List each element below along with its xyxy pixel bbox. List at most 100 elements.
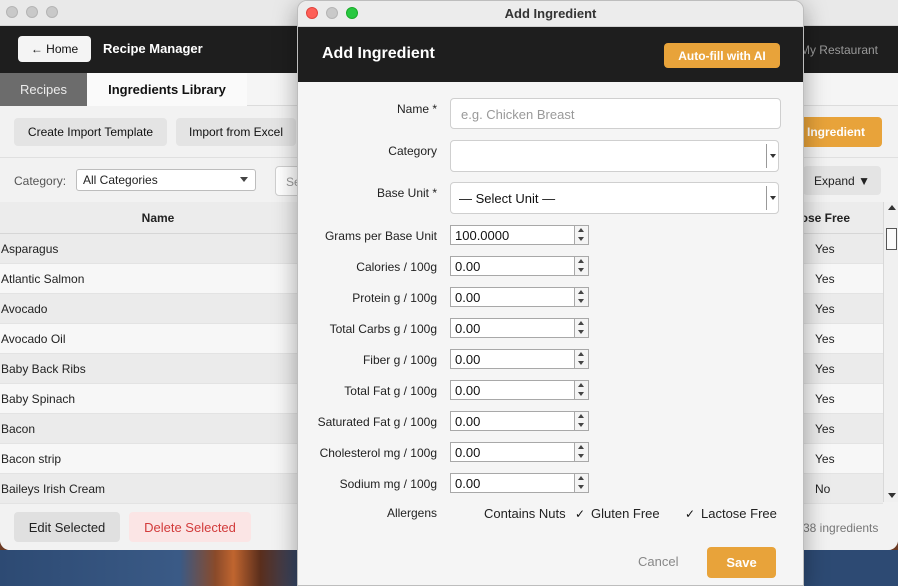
stepper-arrows-icon[interactable] [574,257,588,275]
ingredient-name: Asparagus [1,242,59,256]
restaurant-name: My Restaurant [799,43,878,57]
nutrition-spinbox[interactable]: 0.00 [450,287,589,307]
nutrition-value: 0.00 [455,445,481,460]
base-unit-value: — Select Unit — [459,191,556,206]
category-label: Category [388,144,437,158]
table-scrollbar[interactable] [883,202,898,502]
scroll-thumb[interactable] [886,228,897,250]
allergen-label: Lactose Free [701,506,777,521]
allergen-label: Gluten Free [591,506,660,521]
stepper-arrows-icon[interactable] [574,350,588,368]
checkmark-icon[interactable]: ✓ [685,507,695,521]
home-button[interactable]: ← Home [18,36,91,62]
scroll-down-icon[interactable] [888,493,896,498]
base-unit-label: Base Unit * [376,186,437,200]
nutrition-value: 0.00 [455,383,481,398]
ingredient-name: Avocado Oil [1,332,66,346]
stepper-arrows-icon[interactable] [574,443,588,461]
chevron-down-icon[interactable] [766,144,778,168]
lactose-free-value: Yes [815,332,835,346]
nutrition-value: 0.00 [455,352,481,367]
stepper-arrows-icon[interactable] [574,226,588,244]
allergen-label: Contains Nuts [484,506,566,521]
stepper-arrows-icon[interactable] [574,474,588,492]
nutrition-spinbox[interactable]: 100.0000 [450,225,589,245]
stepper-arrows-icon[interactable] [574,381,588,399]
ingredient-name: Bacon [1,422,36,436]
scroll-up-icon[interactable] [888,205,896,210]
lactose-free-value: Yes [815,422,835,436]
nutrition-field-label: Cholesterol mg / 100g [319,446,437,460]
create-import-template-button[interactable]: Create Import Template [14,118,167,146]
allergen-lactose-free[interactable]: ✓ Lactose Free [685,506,777,521]
stepper-arrows-icon[interactable] [574,412,588,430]
nutrition-field-label: Fiber g / 100g [362,353,437,367]
allergen-gluten-free[interactable]: ✓ Gluten Free [575,506,660,521]
chevron-down-icon [240,177,248,182]
category-filter-label: Category: [14,174,67,188]
nutrition-spinbox[interactable]: 0.00 [450,318,589,338]
allergens-label: Allergens [386,506,437,520]
nutrition-field-label: Saturated Fat g / 100g [317,415,437,429]
category-filter-select[interactable]: All Categories [76,169,256,191]
ingredient-name: Atlantic Salmon [1,272,85,286]
nutrition-spinbox[interactable]: 0.00 [450,256,589,276]
ingredient-count: 38 ingredients [803,521,879,535]
nutrition-spinbox[interactable]: 0.00 [450,473,589,493]
edit-selected-button[interactable]: Edit Selected [14,512,120,542]
stepper-arrows-icon[interactable] [574,288,588,306]
ingredient-name: Bacon strip [1,452,62,466]
ingredient-name: Baileys Irish Cream [1,482,106,496]
nutrition-field-label: Protein g / 100g [352,291,437,305]
tab-recipes[interactable]: Recipes [0,73,87,106]
base-unit-combo[interactable]: — Select Unit — [450,182,779,214]
allergen-contains-nuts[interactable]: Contains Nuts [468,506,566,521]
category-combo[interactable] [450,140,779,172]
close-window-icon[interactable] [6,6,18,18]
nutrition-value: 0.00 [455,321,481,336]
dialog-titlebar: Add Ingredient [298,1,803,27]
app-title: Recipe Manager [103,41,203,56]
lactose-free-value: No [815,482,831,496]
nutrition-spinbox[interactable]: 0.00 [450,349,589,369]
nutrition-spinbox[interactable]: 0.00 [450,411,589,431]
checkmark-icon[interactable]: ✓ [575,507,585,521]
name-label: Name * [396,102,437,116]
nutrition-field-label: Grams per Base Unit [324,229,437,243]
nutrition-value: 0.00 [455,476,481,491]
dialog-heading: Add Ingredient [322,45,435,62]
chevron-down-icon[interactable] [766,186,778,210]
add-ingredient-dialog: Add Ingredient Add Ingredient Auto-fill … [297,0,804,586]
nutrition-spinbox[interactable]: 0.00 [450,380,589,400]
nutrition-value: 0.00 [455,414,481,429]
nutrition-field-label: Sodium mg / 100g [339,477,437,491]
nutrition-spinbox[interactable]: 0.00 [450,442,589,462]
cancel-button[interactable]: Cancel [638,554,678,569]
stepper-arrows-icon[interactable] [574,319,588,337]
delete-selected-button[interactable]: Delete Selected [129,512,251,542]
nutrition-field-label: Calories / 100g [356,260,437,274]
nutrition-value: 0.00 [455,259,481,274]
save-button[interactable]: Save [707,547,776,578]
nutrition-field-label: Total Carbs g / 100g [329,322,437,336]
column-header-name[interactable]: Name [0,211,316,225]
lactose-free-value: Yes [815,272,835,286]
lactose-free-value: Yes [815,362,835,376]
nutrition-value: 100.0000 [455,228,510,243]
lactose-free-value: Yes [815,242,835,256]
name-field[interactable]: e.g. Chicken Breast [450,98,781,129]
import-from-excel-button[interactable]: Import from Excel [176,118,296,146]
ingredient-name: Baby Spinach [1,392,76,406]
dialog-header: Add Ingredient Auto-fill with AI [298,27,803,82]
zoom-window-icon[interactable] [46,6,58,18]
lactose-free-value: Yes [815,302,835,316]
expand-button[interactable]: Expand ▼ [803,166,881,195]
tab-ingredients-library[interactable]: Ingredients Library [87,73,247,106]
nutrition-field-label: Total Fat g / 100g [344,384,437,398]
minimize-window-icon[interactable] [26,6,38,18]
lactose-free-value: Yes [815,452,835,466]
ingredient-name: Baby Back Ribs [1,362,86,376]
category-filter-value: All Categories [83,173,158,187]
nutrition-value: 0.00 [455,290,481,305]
autofill-ai-button[interactable]: Auto-fill with AI [664,43,780,68]
